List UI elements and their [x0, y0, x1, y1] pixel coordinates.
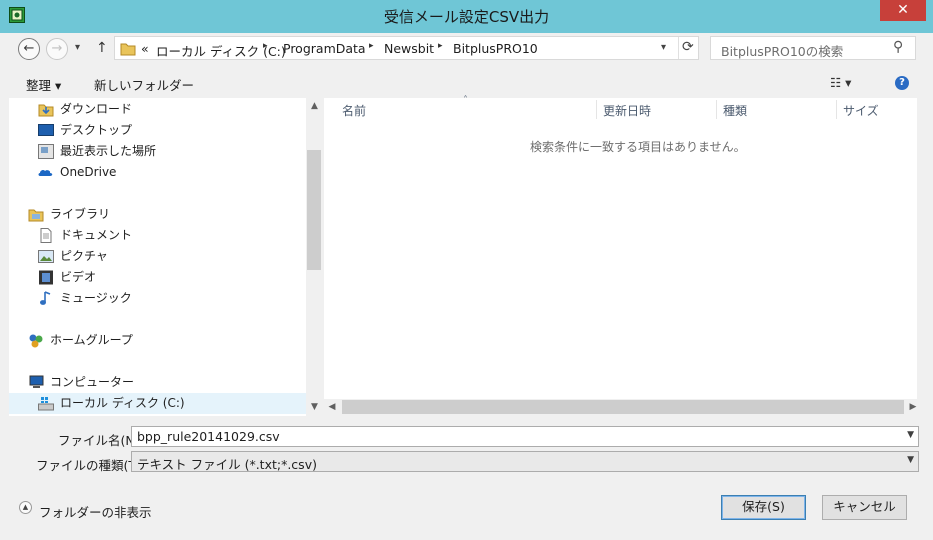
- onedrive-icon: [38, 169, 53, 176]
- scroll-left-icon[interactable]: ◀: [326, 402, 338, 412]
- back-button[interactable]: ←: [18, 38, 40, 60]
- title-bar[interactable]: 受信メール設定CSV出力 ✕: [0, 0, 933, 33]
- video-icon: [39, 270, 53, 285]
- crumb-bitpluspro10[interactable]: BitplusPRO10: [453, 41, 538, 56]
- address-bar[interactable]: « ローカル ディスク (C:) ▸ ProgramData ▸ Newsbit…: [114, 36, 699, 60]
- scroll-up-icon[interactable]: ▲: [306, 101, 323, 111]
- up-button[interactable]: ↑: [96, 40, 108, 56]
- filename-value[interactable]: bpp_rule20141029.csv: [137, 429, 280, 444]
- library-icon: [28, 209, 44, 222]
- picture-icon: [38, 250, 54, 263]
- save-button[interactable]: 保存(S): [721, 495, 806, 520]
- filetype-value: テキスト ファイル (*.txt;*.csv): [137, 457, 317, 472]
- scroll-down-icon[interactable]: ▼: [306, 402, 323, 412]
- document-icon: [40, 228, 52, 243]
- recent-locations-dropdown[interactable]: ▾: [75, 42, 80, 53]
- sidebar-item-label: ローカル ディスク (C:): [60, 396, 185, 410]
- cancel-button[interactable]: キャンセル: [822, 495, 907, 520]
- crumb-newsbit[interactable]: Newsbit: [384, 41, 434, 56]
- scroll-right-icon[interactable]: ▶: [907, 402, 919, 412]
- computer-icon: [29, 375, 44, 388]
- filelist-scrollbar-thumb[interactable]: [342, 400, 904, 414]
- desktop-icon: [38, 124, 54, 136]
- column-header-size[interactable]: サイズ: [843, 102, 879, 119]
- window-title: 受信メール設定CSV出力: [383, 8, 550, 26]
- sidebar-scrollbar-thumb[interactable]: [307, 150, 321, 270]
- crumb-programdata[interactable]: ProgramData: [283, 41, 366, 56]
- folder-icon: [120, 43, 136, 56]
- sidebar-item-label: ダウンロード: [60, 102, 133, 116]
- column-divider[interactable]: [716, 100, 717, 119]
- chevron-down-icon[interactable]: ▼: [907, 455, 914, 465]
- search-icon[interactable]: ⚲: [893, 39, 903, 55]
- forward-button[interactable]: →: [46, 38, 68, 60]
- column-header-type[interactable]: 種類: [723, 102, 747, 119]
- search-placeholder: BitplusPRO10の検索: [721, 44, 844, 59]
- help-icon[interactable]: ?: [895, 76, 909, 90]
- column-divider[interactable]: [836, 100, 837, 119]
- sidebar-item-label: ホームグループ: [50, 333, 133, 347]
- empty-message: 検索条件に一致する項目はありません。: [530, 140, 746, 154]
- view-options-button[interactable]: ☷ ▾: [830, 75, 851, 90]
- crumb-separator-icon[interactable]: ▸: [369, 41, 374, 51]
- address-overflow[interactable]: «: [141, 41, 149, 56]
- save-dialog: 受信メール設定CSV出力 ✕ ← → ▾ ↑ « ローカル ディスク (C:) …: [0, 0, 933, 540]
- chevron-down-icon[interactable]: ▼: [907, 430, 914, 440]
- sidebar-item-label: OneDrive: [60, 165, 117, 179]
- column-header-modified[interactable]: 更新日時: [603, 102, 651, 119]
- sidebar-item-label: ドキュメント: [60, 228, 133, 242]
- refresh-icon[interactable]: ⟳: [682, 39, 694, 55]
- address-divider: [678, 37, 679, 59]
- sidebar-item-label: ライブラリ: [50, 207, 111, 221]
- filetype-select[interactable]: テキスト ファイル (*.txt;*.csv) ▼: [131, 451, 919, 472]
- sidebar-item-label: ビデオ: [60, 270, 97, 284]
- search-box[interactable]: BitplusPRO10の検索 ⚲: [710, 36, 916, 60]
- filetype-label: ファイルの種類(T):: [36, 458, 146, 473]
- crumb-separator-icon[interactable]: ▸: [263, 41, 268, 51]
- filename-input[interactable]: bpp_rule20141029.csv ▼: [131, 426, 919, 447]
- sidebar-item-label: コンピューター: [50, 375, 135, 389]
- sidebar-item-label: ミュージック: [60, 291, 132, 305]
- address-dropdown-icon[interactable]: ▾: [661, 42, 666, 53]
- sidebar-item-label: デスクトップ: [60, 123, 133, 137]
- recent-places-icon: [38, 144, 54, 159]
- sort-ascending-icon: ˄: [463, 95, 468, 106]
- chevron-up-icon[interactable]: ▲: [19, 501, 32, 514]
- homegroup-icon: [29, 334, 43, 348]
- organize-menu[interactable]: 整理 ▾: [26, 75, 61, 94]
- column-divider[interactable]: [596, 100, 597, 119]
- hide-folders-toggle[interactable]: フォルダーの非表示: [39, 502, 152, 521]
- new-folder-button[interactable]: 新しいフォルダー: [94, 75, 194, 94]
- sidebar-item-label: 最近表示した場所: [60, 144, 157, 158]
- crumb-separator-icon[interactable]: ▸: [438, 41, 443, 51]
- local-disk-icon: [38, 397, 54, 411]
- close-button[interactable]: ✕: [880, 0, 926, 21]
- music-icon: [40, 291, 51, 305]
- download-folder-icon: [38, 104, 54, 117]
- column-header-name[interactable]: 名前: [342, 102, 366, 119]
- sidebar-item-label: ピクチャ: [60, 249, 108, 263]
